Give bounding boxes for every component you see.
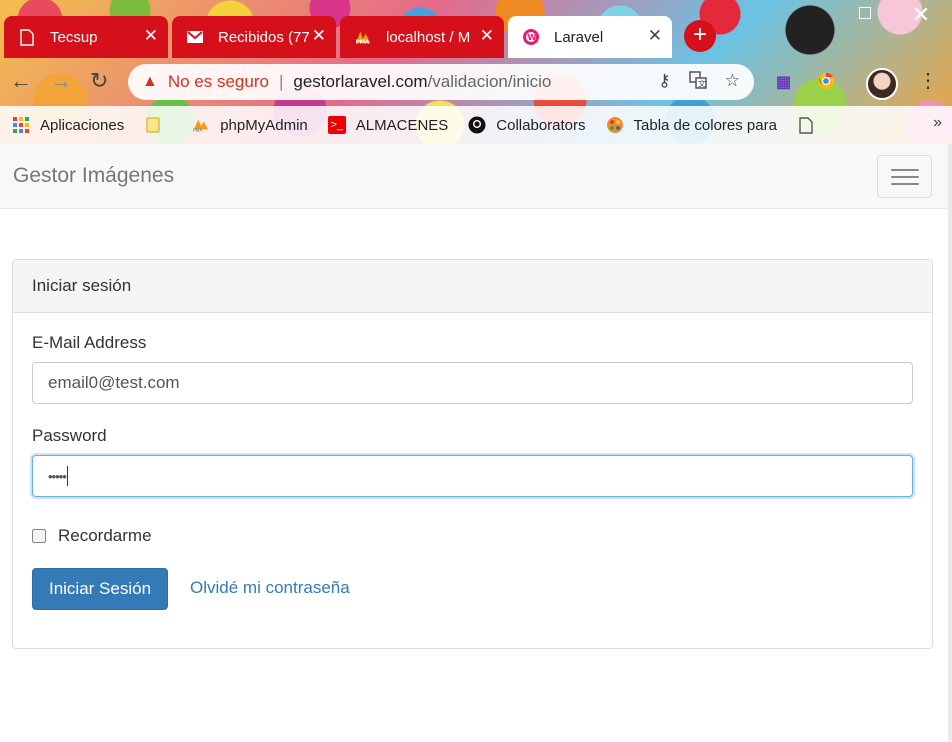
password-field[interactable]: ••••• (32, 455, 913, 497)
browser-toolbar: ← → ↻ ▲ No es seguro | gestorlaravel.com… (0, 58, 952, 106)
star-bookmark-icon[interactable]: ☆ (725, 71, 740, 94)
reload-icon[interactable]: ↻ (90, 68, 108, 94)
tab-close-icon[interactable]: ✕ (144, 26, 158, 46)
extensions-area: ▦ (776, 72, 835, 95)
bookmarks-overflow-icon[interactable]: » (933, 114, 942, 132)
document-icon (18, 28, 36, 46)
tab-close-icon[interactable]: ✕ (312, 26, 326, 46)
tab-title: localhost / M (386, 28, 471, 46)
email-label: E-Mail Address (32, 333, 147, 352)
github-icon (468, 116, 486, 134)
translate-icon[interactable]: 文 (689, 71, 707, 94)
key-icon[interactable]: ⚷ (658, 71, 670, 94)
tab-title: Recibidos (77 (218, 28, 310, 46)
bookmark-document[interactable] (797, 116, 825, 134)
url-host: gestorlaravel.com (293, 72, 428, 91)
phpmyadmin-icon: PMA (192, 116, 210, 134)
folder-icon (144, 116, 162, 134)
tab-close-icon[interactable]: ✕ (648, 26, 662, 46)
bookmark-phpmyadmin[interactable]: PMA phpMyAdmin (192, 116, 308, 134)
login-heading: Iniciar sesión (13, 260, 932, 313)
app-navbar: Gestor Imágenes (0, 144, 948, 209)
chrome-extension-icon[interactable] (817, 72, 835, 95)
more-menu-icon[interactable]: ⋮ (918, 68, 938, 93)
gmail-icon (186, 28, 204, 46)
hamburger-bar (890, 182, 919, 185)
svg-text:PMA: PMA (356, 39, 370, 45)
login-button[interactable]: Iniciar Sesión (32, 568, 168, 610)
forgot-password-link[interactable]: Olvidé mi contraseña (190, 578, 350, 598)
svg-text:文: 文 (698, 79, 706, 89)
forward-arrow-icon[interactable]: → (50, 68, 72, 94)
bookmark-collaborators[interactable]: Collaborators (468, 116, 586, 134)
address-separator: | (278, 72, 284, 91)
password-mask: ••••• (48, 468, 67, 484)
bookmark-label: phpMyAdmin (220, 116, 308, 134)
bookmark-almacenes[interactable]: >_ ALMACENES (327, 116, 449, 134)
password-label: Password (32, 426, 107, 445)
extension-icon[interactable]: ▦ (776, 72, 791, 95)
omnibox-actions: ⚷ 文 ☆ (658, 71, 740, 94)
bookmark-folder[interactable] (144, 116, 172, 134)
bookmark-label: Tabla de colores para (633, 116, 777, 134)
security-status[interactable]: No es seguro (168, 72, 269, 92)
terminal-icon: >_ (327, 116, 346, 134)
login-panel: Iniciar sesión E-Mail Address email0@tes… (12, 259, 933, 649)
text-caret (66, 466, 68, 486)
navbar-brand[interactable]: Gestor Imágenes (13, 164, 174, 188)
tab-close-icon[interactable]: ✕ (480, 26, 494, 46)
tab-title: Tecsup (50, 28, 98, 46)
back-arrow-icon[interactable]: ← (10, 68, 32, 94)
page-scrollbar[interactable] (948, 144, 952, 742)
document-icon (797, 116, 815, 134)
palette-icon (606, 116, 624, 134)
svg-text:W: W (528, 33, 537, 42)
laravel-icon: W (522, 28, 540, 46)
browser-chrome: ✕ Tecsup ✕ Recibidos (77 ✕ PMA localhost… (0, 0, 952, 144)
address-bar[interactable]: ▲ No es seguro | gestorlaravel.com/valid… (128, 64, 754, 100)
bookmark-tabla-colores[interactable]: Tabla de colores para (606, 116, 777, 134)
tab-title: Laravel (554, 28, 604, 46)
phpmyadmin-icon: PMA (354, 28, 372, 46)
new-tab-button[interactable]: + (684, 20, 716, 52)
url-path: /validacion/inicio (427, 72, 552, 91)
tab-recibidos[interactable]: Recibidos (77 ✕ (172, 16, 336, 58)
svg-text:PMA: PMA (193, 128, 204, 133)
bookmark-label: Collaborators (496, 116, 586, 134)
bookmark-aplicaciones[interactable]: Aplicaciones (12, 116, 124, 134)
profile-avatar[interactable] (866, 68, 898, 100)
bookmark-label: Aplicaciones (40, 116, 125, 134)
hamburger-bar (890, 175, 919, 178)
tab-strip: Tecsup ✕ Recibidos (77 ✕ PMA localhost /… (0, 16, 952, 58)
warning-triangle-icon[interactable]: ▲ (142, 73, 158, 91)
email-value: email0@test.com (48, 373, 180, 392)
navbar-toggle-button[interactable] (877, 155, 932, 198)
bookmarks-bar: Aplicaciones PMA phpMyAdmin >_ ALMACENES… (0, 106, 952, 144)
tab-phpmyadmin[interactable]: PMA localhost / M ✕ (340, 16, 504, 58)
tab-laravel[interactable]: W Laravel ✕ (508, 16, 672, 58)
hamburger-bar (890, 168, 919, 171)
email-field[interactable]: email0@test.com (32, 362, 913, 404)
apps-grid-icon (12, 116, 30, 134)
tab-tecsup[interactable]: Tecsup ✕ (4, 16, 168, 58)
remember-label[interactable]: Recordarme (58, 526, 152, 546)
bookmark-label: ALMACENES (355, 116, 449, 134)
remember-checkbox[interactable] (32, 529, 46, 543)
